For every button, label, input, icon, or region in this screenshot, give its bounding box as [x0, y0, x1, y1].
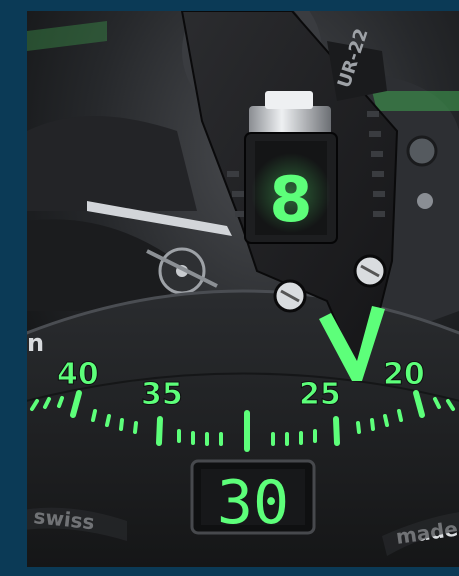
date-digits: 30 [217, 468, 289, 538]
hour-satellite: 8 [244, 91, 338, 244]
edge-text-left: n [27, 329, 44, 357]
minute-label-20: 20 [383, 357, 425, 392]
hour-digit: 8 [269, 163, 312, 236]
watch-photo: 40 35 25 20 n UR-22 8 30 [27, 11, 459, 567]
date-window: 30 [190, 459, 316, 538]
minute-label-40: 40 [57, 357, 99, 392]
watch-illustration: 40 35 25 20 n UR-22 8 30 [27, 11, 459, 567]
minute-label-25: 25 [299, 377, 341, 412]
minute-label-35: 35 [141, 377, 183, 412]
photo-frame: 40 35 25 20 n UR-22 8 30 [0, 0, 459, 576]
